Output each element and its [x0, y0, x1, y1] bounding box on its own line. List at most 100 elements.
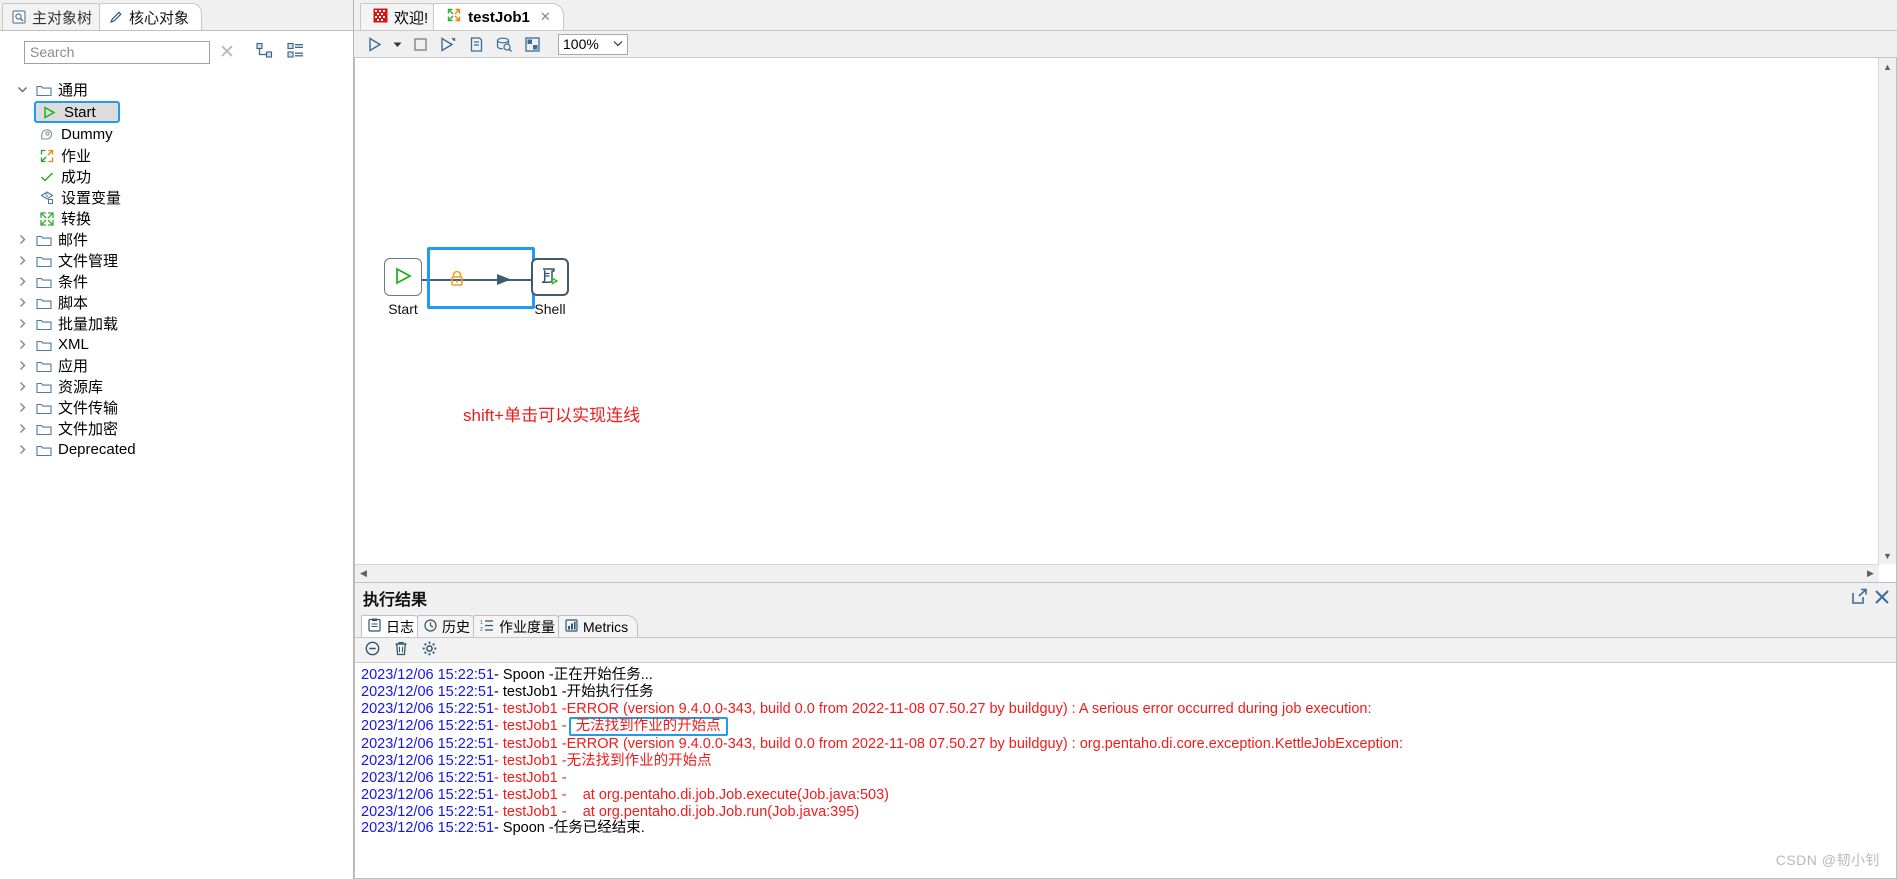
chevron-right-icon[interactable]	[14, 442, 30, 458]
tree-item-dummy-label: Dummy	[61, 126, 113, 143]
close-icon[interactable]	[1874, 589, 1890, 608]
log-timestamp: 2023/12/06 15:22:51	[361, 803, 495, 820]
job-icon	[38, 147, 56, 165]
inspect-icon[interactable]	[490, 32, 518, 56]
canvas-annotation: shift+单击可以实现连线	[463, 406, 641, 425]
chevron-right-icon[interactable]	[14, 400, 30, 416]
log-icon	[368, 618, 381, 635]
chevron-down-icon[interactable]	[14, 82, 30, 98]
main-area: 欢迎! testJob1 ✕ 100% Start Shell shift+单击…	[354, 0, 1897, 879]
tree-folder-general[interactable]: 通用	[0, 79, 353, 100]
tree-item-transform-label: 转换	[61, 211, 92, 228]
log-toolbar	[355, 637, 1896, 662]
clear-x-icon[interactable]: ✕	[216, 41, 238, 63]
tab-testjob1-label: testJob1	[468, 8, 530, 26]
log-output[interactable]: 2023/12/06 15:22:51 - Spoon - 正在开始任务... …	[355, 662, 1896, 878]
tab-history-label: 历史	[442, 618, 470, 635]
log-source: - testJob1 -	[494, 786, 567, 803]
list-view-icon[interactable]	[287, 42, 304, 62]
grid-icon[interactable]	[518, 32, 546, 56]
tree-folder-conditions[interactable]: 条件	[0, 271, 353, 292]
tree-folder-xml[interactable]: XML	[0, 334, 353, 355]
history-clock-icon	[424, 618, 437, 635]
job-canvas[interactable]: Start Shell shift+单击可以实现连线	[355, 58, 1878, 564]
tree-folder-bulk-loading[interactable]: 批量加载	[0, 313, 353, 334]
folder-icon	[35, 378, 53, 396]
tree-folder-scripting[interactable]: 脚本	[0, 292, 353, 313]
scroll-down-icon[interactable]: ▼	[1879, 547, 1896, 564]
tree-folder-file-encryption-label: 文件加密	[58, 421, 119, 438]
tree-folder-mail[interactable]: 邮件	[0, 229, 353, 250]
zoom-level-select[interactable]: 100%	[558, 33, 628, 55]
chevron-right-icon[interactable]	[14, 337, 30, 353]
chevron-right-icon[interactable]	[14, 358, 30, 374]
tree-item-success[interactable]: 成功	[0, 166, 353, 187]
tab-testjob1[interactable]: testJob1 ✕	[433, 3, 564, 30]
tree-item-dummy[interactable]: Dummy	[0, 124, 353, 145]
tab-main-object-tree[interactable]: 主对象树	[2, 3, 106, 30]
tree-item-start-selection: Start	[34, 101, 120, 123]
tree-item-job[interactable]: 作业	[0, 145, 353, 166]
chevron-right-icon[interactable]	[14, 253, 30, 269]
log-line: 2023/12/06 15:22:51 - testJob1 -	[361, 770, 1896, 787]
editor-toolbar: 100%	[354, 31, 1897, 58]
preview-icon[interactable]	[434, 32, 462, 56]
run-icon[interactable]	[360, 32, 388, 56]
tree-item-job-label: 作业	[61, 148, 92, 165]
stop-icon[interactable]	[406, 32, 434, 56]
check-icon	[38, 168, 56, 186]
log-message: 开始执行任务	[566, 683, 654, 700]
run-dropdown-icon[interactable]	[388, 32, 406, 56]
start-node-box	[384, 258, 422, 296]
tree-item-transform[interactable]: 转换	[0, 208, 353, 229]
tab-history[interactable]: 历史	[417, 615, 480, 637]
tree-folder-file-transfer[interactable]: 文件传输	[0, 397, 353, 418]
chevron-down-icon	[613, 39, 623, 49]
search-input[interactable]	[24, 40, 210, 64]
chevron-right-icon[interactable]	[14, 379, 30, 395]
canvas-vertical-scrollbar[interactable]: ▲ ▼	[1878, 58, 1896, 564]
chevron-right-icon[interactable]	[14, 274, 30, 290]
tree-folder-utility[interactable]: 应用	[0, 355, 353, 376]
chevron-right-icon[interactable]	[14, 295, 30, 311]
tree-folder-repository[interactable]: 资源库	[0, 376, 353, 397]
settings-gear-icon[interactable]	[422, 641, 437, 659]
shell-script-icon	[538, 264, 562, 291]
hop-selection-box[interactable]	[427, 247, 535, 309]
scroll-left-icon[interactable]: ◀	[355, 565, 372, 582]
maximize-icon[interactable]	[1851, 588, 1868, 608]
tree-folder-deprecated[interactable]: Deprecated	[0, 439, 353, 460]
close-icon[interactable]: ✕	[540, 9, 551, 25]
trash-icon[interactable]	[394, 641, 408, 659]
log-message: 任务已经结束.	[553, 820, 645, 837]
collapse-tree-icon[interactable]	[256, 42, 273, 62]
execution-results-tabbar: 日志 历史 12 作业度量 Metrics	[355, 613, 1896, 637]
tree-item-set-variable[interactable]: $ 设置变量	[0, 187, 353, 208]
scroll-right-icon[interactable]: ▶	[1862, 565, 1879, 582]
minus-circle-icon[interactable]	[365, 641, 380, 659]
canvas-node-shell[interactable]: Shell	[520, 258, 580, 317]
tree-folder-file-encryption[interactable]: 文件加密	[0, 418, 353, 439]
scroll-up-icon[interactable]: ▲	[1879, 58, 1896, 75]
chevron-right-icon[interactable]	[14, 316, 30, 332]
tab-metrics[interactable]: Metrics	[558, 615, 639, 637]
tree-folder-file-management[interactable]: 文件管理	[0, 250, 353, 271]
chevron-right-icon[interactable]	[14, 232, 30, 248]
tab-job-metrics[interactable]: 12 作业度量	[473, 615, 565, 637]
tab-welcome[interactable]: 欢迎!	[360, 3, 442, 30]
tree-item-start[interactable]: Start	[0, 100, 353, 124]
pencil-icon	[108, 9, 124, 25]
log-message: ERROR (version 9.4.0.0-343, build 0.0 fr…	[566, 700, 1372, 717]
welcome-icon	[373, 8, 388, 27]
log-line: 2023/12/06 15:22:51 - testJob1 - ERROR (…	[361, 736, 1896, 753]
canvas-node-start[interactable]: Start	[373, 258, 433, 317]
chevron-right-icon[interactable]	[14, 421, 30, 437]
tree-folder-repository-label: 资源库	[58, 379, 104, 396]
tab-core-objects[interactable]: 核心对象	[99, 3, 203, 30]
tab-log[interactable]: 日志	[361, 615, 424, 637]
debug-icon[interactable]	[462, 32, 490, 56]
shell-node-box	[531, 258, 569, 296]
canvas-horizontal-scrollbar[interactable]: ◀ ▶	[355, 564, 1879, 582]
log-line: 2023/12/06 15:22:51 - testJob1 - at org.…	[361, 787, 1896, 804]
log-timestamp: 2023/12/06 15:22:51	[361, 753, 495, 770]
